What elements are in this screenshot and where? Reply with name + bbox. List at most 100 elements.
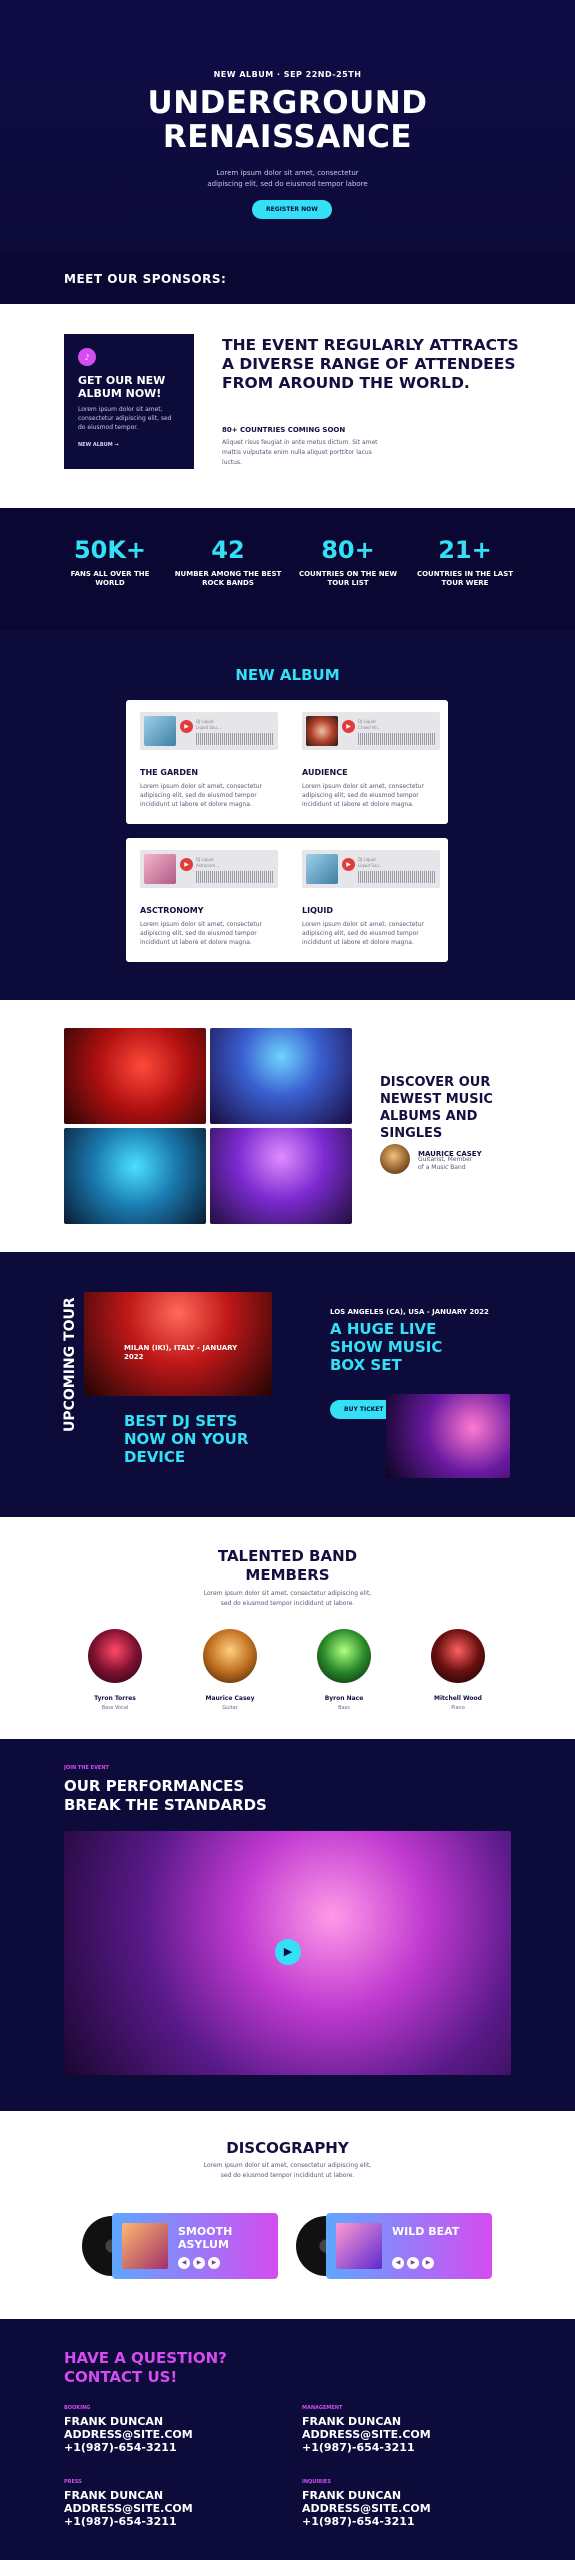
contact-label: MANAGEMENT <box>302 2405 343 2411</box>
waveform[interactable] <box>358 733 436 745</box>
tour-date: LOS ANGELES (CA), USA - JANUARY 2022 <box>330 1308 489 1316</box>
track-cover <box>144 854 176 884</box>
perf-eyebrow: JOIN THE EVENT <box>64 1765 109 1771</box>
tour-date-line: MILAN (IKI), ITALY - JANUARY <box>124 1344 238 1352</box>
contact-phone[interactable]: +1(987)-654-3211 <box>64 2441 284 2454</box>
play-icon[interactable]: ▶ <box>342 720 355 733</box>
track-card: ▶ DJ Liquid Liquid Sou... THE GARDEN Lore… <box>140 712 278 809</box>
stat-label: COUNTRIES IN THE LAST TOUR WERE <box>416 570 514 587</box>
track-row: ▶ DJ Liquid Astronom... ASCTRONOMY Lorem … <box>126 838 448 962</box>
author-role: Guitarist, Member of a Music Band <box>418 1156 472 1172</box>
contact-email[interactable]: ADDRESS@SITE.COM <box>64 2428 284 2441</box>
record-card[interactable]: WILD BEAT ◀ ▶ ▶ <box>296 2213 492 2279</box>
album-promo-card: ♪ GET OUR NEW ALBUM NOW! Lorem ipsum dol… <box>64 334 194 469</box>
sponsors-section: MEET OUR SPONSORS: <box>0 252 575 304</box>
track-cover <box>306 854 338 884</box>
member-role: Piano <box>451 1705 465 1711</box>
hero-title-line: UNDERGROUND <box>147 85 428 121</box>
contact-email[interactable]: ADDRESS@SITE.COM <box>302 2502 522 2515</box>
author-role-line: Guitarist, Member <box>418 1156 473 1163</box>
track-desc: Lorem ipsum dolor sit amet, consectetur … <box>302 783 425 808</box>
register-button[interactable]: REGISTER NOW <box>252 200 332 219</box>
countries-count: 80+ COUNTRIES COMING SOON <box>222 426 346 434</box>
band-subtitle-line: sed do eiusmod tempor incididunt ut labo… <box>220 1600 355 1607</box>
contact-details: FRANK DUNCAN ADDRESS@SITE.COM +1(987)-65… <box>64 2489 284 2528</box>
discover-section: DISCOVER OUR NEWEST MUSIC ALBUMS AND SIN… <box>0 1000 575 1252</box>
contact-name: FRANK DUNCAN <box>302 2489 402 2502</box>
performance-video[interactable]: ▶ <box>64 1831 511 2075</box>
hero-title-line: RENAISSANCE <box>162 119 413 155</box>
record-name-line: WILD BEAT <box>392 2225 460 2238</box>
play-icon[interactable]: ▶ <box>193 2257 205 2269</box>
stat-item: 80+ COUNTRIES ON THE NEW TOUR LIST <box>293 536 403 588</box>
contact-title: HAVE A QUESTION? CONTACT US! <box>64 2349 227 2387</box>
contact-email[interactable]: ADDRESS@SITE.COM <box>302 2428 522 2441</box>
discography-section: DISCOGRAPHY Lorem ipsum dolor sit amet, … <box>0 2111 575 2319</box>
play-icon[interactable]: ▶ <box>342 858 355 871</box>
track-card: ▶ DJ Liquid Astronom... ASCTRONOMY Lorem … <box>140 850 278 947</box>
contact-block: INQUIRIES FRANK DUNCAN ADDRESS@SITE.COM … <box>302 2479 522 2528</box>
music-note-icon: ♪ <box>78 348 96 366</box>
stat-number: 50K+ <box>73 536 147 564</box>
previous-icon[interactable]: ◀ <box>392 2257 404 2269</box>
contact-label: INQUIRIES <box>302 2479 331 2485</box>
tour-date: MILAN (IKI), ITALY - JANUARY 2022 <box>124 1344 237 1362</box>
member-card: Byron Nace Bass <box>304 1629 384 1711</box>
tour-photo <box>386 1394 510 1478</box>
next-icon[interactable]: ▶ <box>208 2257 220 2269</box>
audio-player[interactable]: ▶ DJ Liquid Astronom... <box>140 850 278 888</box>
contact-phone[interactable]: +1(987)-654-3211 <box>302 2441 522 2454</box>
contact-title-line: CONTACT US! <box>64 2368 178 2386</box>
member-name: Mitchell Wood <box>434 1695 482 1702</box>
waveform[interactable] <box>196 871 274 883</box>
play-icon[interactable]: ▶ <box>275 1939 301 1965</box>
record-card[interactable]: SMOOTH ASYLUM ◀ ▶ ▶ <box>82 2213 278 2279</box>
contact-title-line: HAVE A QUESTION? <box>64 2349 227 2367</box>
track-name: ASCTRONOMY <box>140 906 204 915</box>
contact-email[interactable]: ADDRESS@SITE.COM <box>64 2502 284 2515</box>
hero-subtitle-line: adipiscing elit, sed do eiusmod tempor l… <box>207 180 368 188</box>
audio-player[interactable]: ▶ DJ Liquid Crowd Ve... <box>302 712 440 750</box>
previous-icon[interactable]: ◀ <box>178 2257 190 2269</box>
audio-player[interactable]: ▶ DJ Liquid Liquid Sou... <box>140 712 278 750</box>
next-icon[interactable]: ▶ <box>422 2257 434 2269</box>
hero-title: UNDERGROUND RENAISSANCE <box>0 86 575 154</box>
contact-section: HAVE A QUESTION? CONTACT US! BOOKING FRA… <box>0 2319 575 2560</box>
member-card: Maurice Casey Guitar <box>190 1629 270 1711</box>
band-title-line: TALENTED BAND <box>217 1547 358 1565</box>
new-album-section: NEW ALBUM ▶ DJ Liquid Liquid Sou... THE G… <box>0 630 575 1000</box>
discography-subtitle-line: Lorem ipsum dolor sit amet, consectetur … <box>203 2162 372 2169</box>
play-icon[interactable]: ▶ <box>407 2257 419 2269</box>
play-icon[interactable]: ▶ <box>180 858 193 871</box>
member-name: Tyron Torres <box>94 1695 136 1702</box>
sponsors-title: MEET OUR SPONSORS: <box>64 272 227 286</box>
waveform[interactable] <box>358 871 436 883</box>
band-title-line: MEMBERS <box>245 1566 330 1584</box>
contact-phone[interactable]: +1(987)-654-3211 <box>302 2515 522 2528</box>
track-cover <box>144 716 176 746</box>
play-icon[interactable]: ▶ <box>180 720 193 733</box>
record-cover <box>336 2223 382 2269</box>
record-name-line: ASYLUM <box>178 2238 229 2251</box>
waveform[interactable] <box>196 733 274 745</box>
track-desc: Lorem ipsum dolor sit amet, consectetur … <box>140 783 263 808</box>
member-photo <box>431 1629 485 1683</box>
audio-player[interactable]: ▶ DJ Liquid Liquid Sou... <box>302 850 440 888</box>
track-card: ▶ DJ Liquid Crowd Ve... AUDIENCE Lorem ip… <box>302 712 440 809</box>
contact-name: FRANK DUNCAN <box>64 2415 164 2428</box>
concert-photo <box>64 1028 206 1124</box>
contact-phone[interactable]: +1(987)-654-3211 <box>64 2515 284 2528</box>
new-album-title: NEW ALBUM <box>235 666 340 684</box>
track-meta: DJ Liquid Liquid Sou... <box>196 719 221 731</box>
tour-section: UPCOMING TOUR MILAN (IKI), ITALY - JANUA… <box>0 1252 575 1517</box>
track-meta: DJ Liquid Liquid Sou... <box>358 857 383 869</box>
player-controls: ◀ ▶ ▶ <box>178 2257 220 2269</box>
track-cover <box>306 716 338 746</box>
track-row: ▶ DJ Liquid Liquid Sou... THE GARDEN Lore… <box>126 700 448 824</box>
stat-label: COUNTRIES ON THE NEW TOUR LIST <box>298 570 398 587</box>
new-album-link[interactable]: NEW ALBUM → <box>78 442 180 448</box>
contact-name: FRANK DUNCAN <box>302 2415 402 2428</box>
member-photo <box>203 1629 257 1683</box>
track-subtitle: Liquid Sou... <box>196 725 221 730</box>
member-card: Mitchell Wood Piano <box>418 1629 498 1711</box>
